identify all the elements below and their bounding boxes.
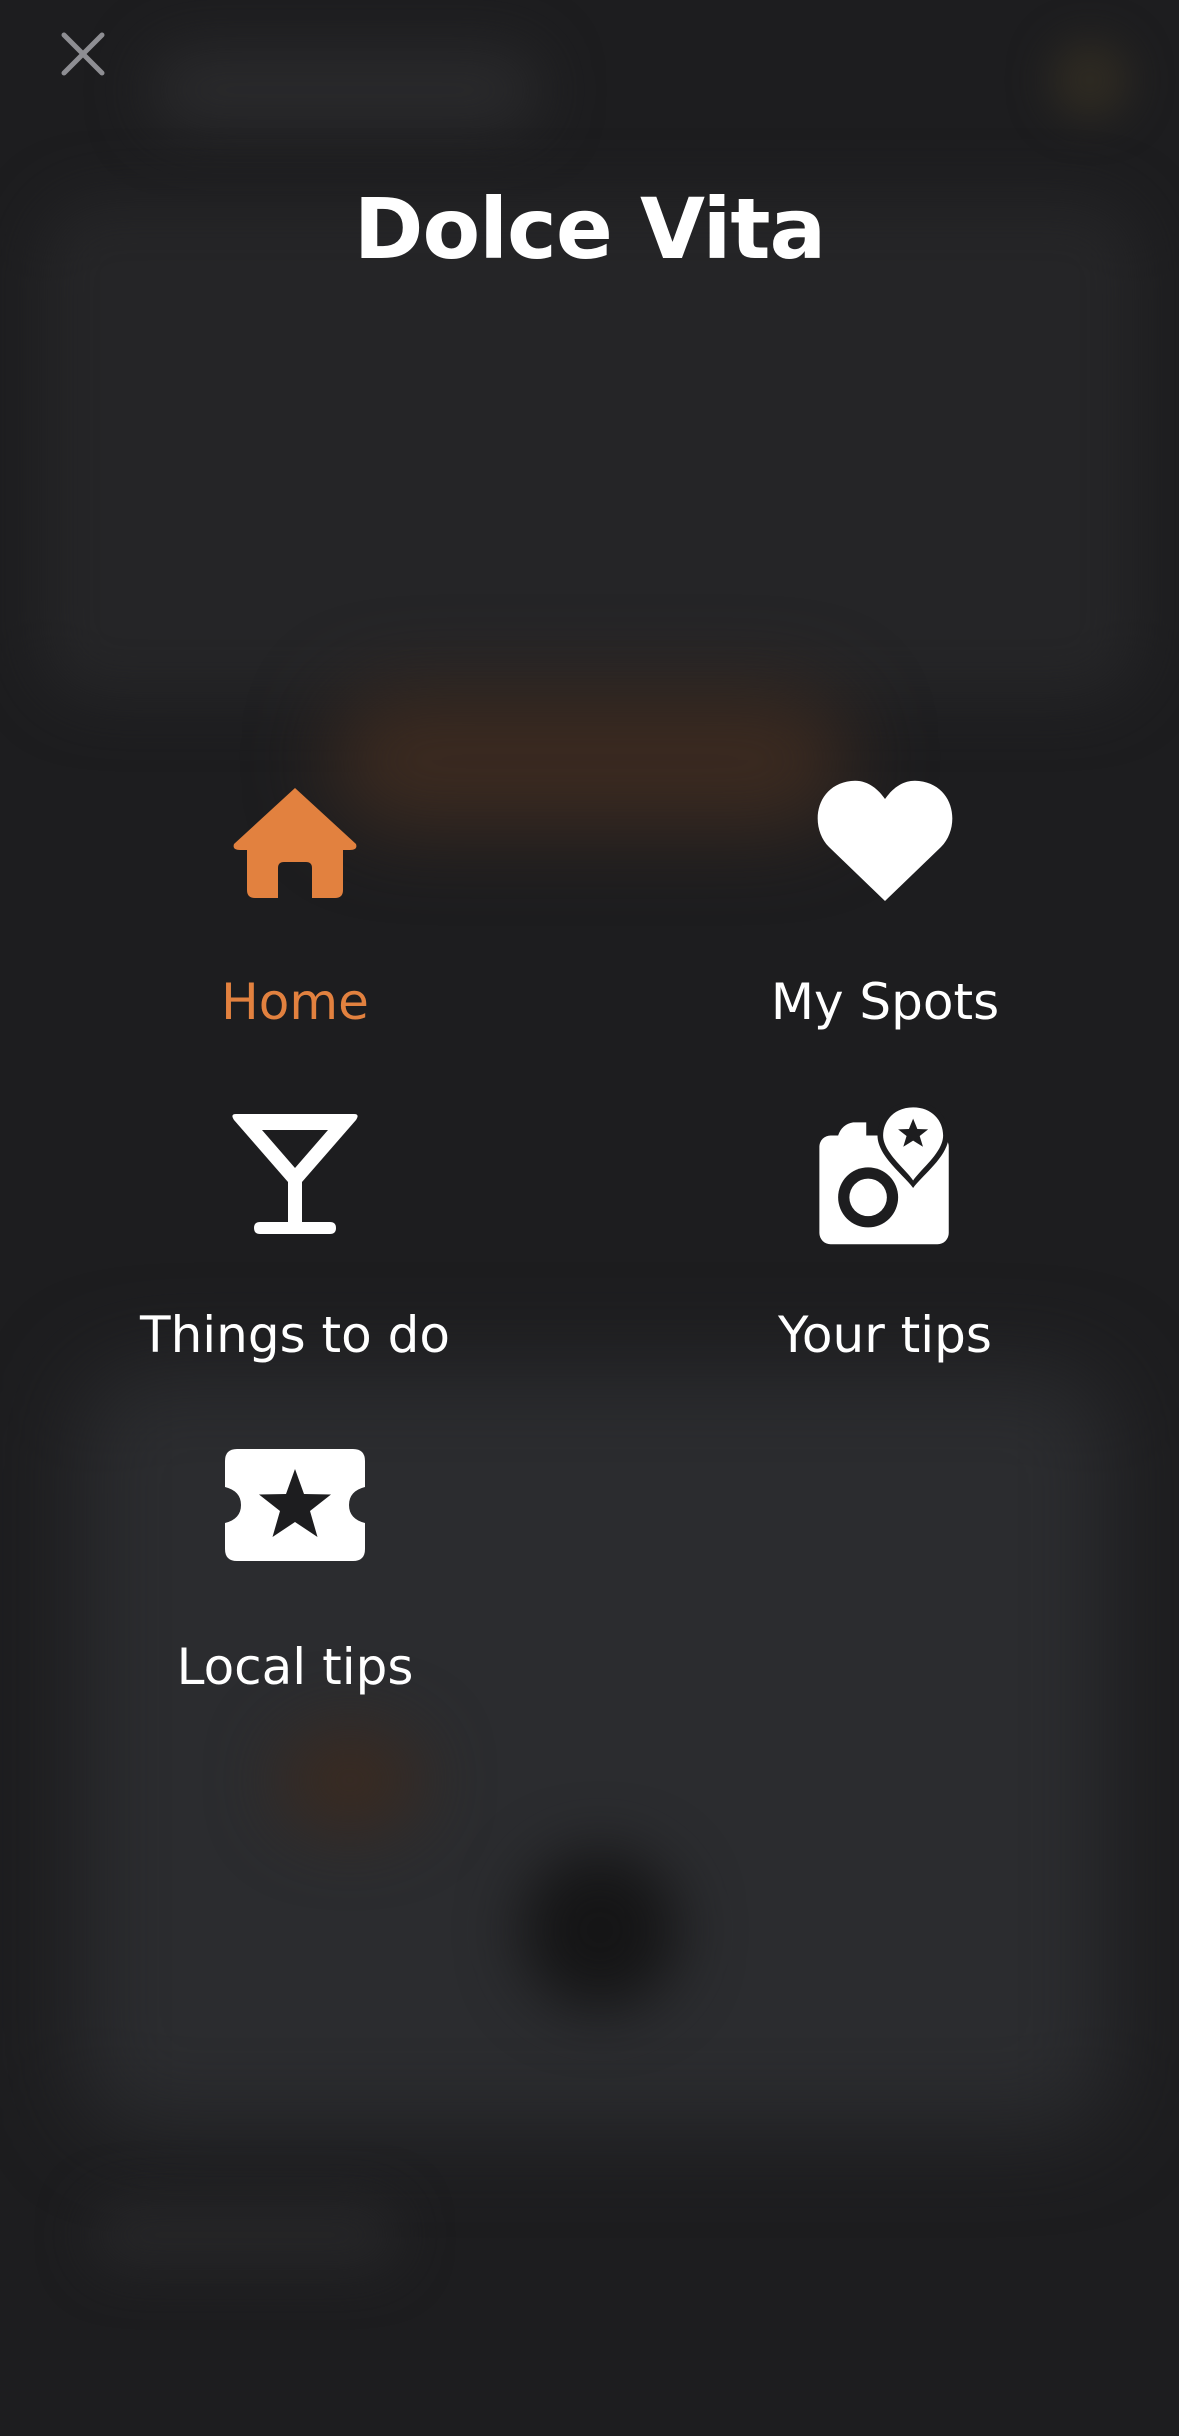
menu-item-label: Local tips (176, 1638, 414, 1696)
background-blur (280, 1730, 420, 1830)
menu-overlay: Dolce Vita Home My Spots Things to do Yo… (0, 0, 1179, 2436)
background-blur (150, 50, 540, 130)
menu-item-home[interactable]: Home (65, 765, 525, 1045)
menu-item-your-tips[interactable]: Your tips (655, 1098, 1115, 1378)
camera-pin-icon (810, 1098, 960, 1248)
menu-item-label: Home (221, 973, 369, 1031)
menu-item-my-spots[interactable]: My Spots (655, 765, 1115, 1045)
menu-item-local-tips[interactable]: Local tips (65, 1430, 525, 1710)
background-blur (520, 1850, 680, 2010)
close-button[interactable] (50, 24, 116, 84)
menu-item-things-to-do[interactable]: Things to do (65, 1098, 525, 1378)
home-icon (220, 765, 370, 915)
close-icon (61, 32, 105, 76)
menu-item-label: My Spots (770, 973, 1000, 1031)
background-blur (1050, 40, 1130, 120)
page-title: Dolce Vita (353, 180, 826, 278)
menu-item-label: Things to do (140, 1306, 450, 1364)
ticket-star-icon (220, 1430, 370, 1580)
heart-icon (810, 765, 960, 915)
menu-item-label: Your tips (778, 1306, 992, 1364)
cocktail-icon (220, 1098, 370, 1248)
background-blur (90, 2200, 400, 2270)
